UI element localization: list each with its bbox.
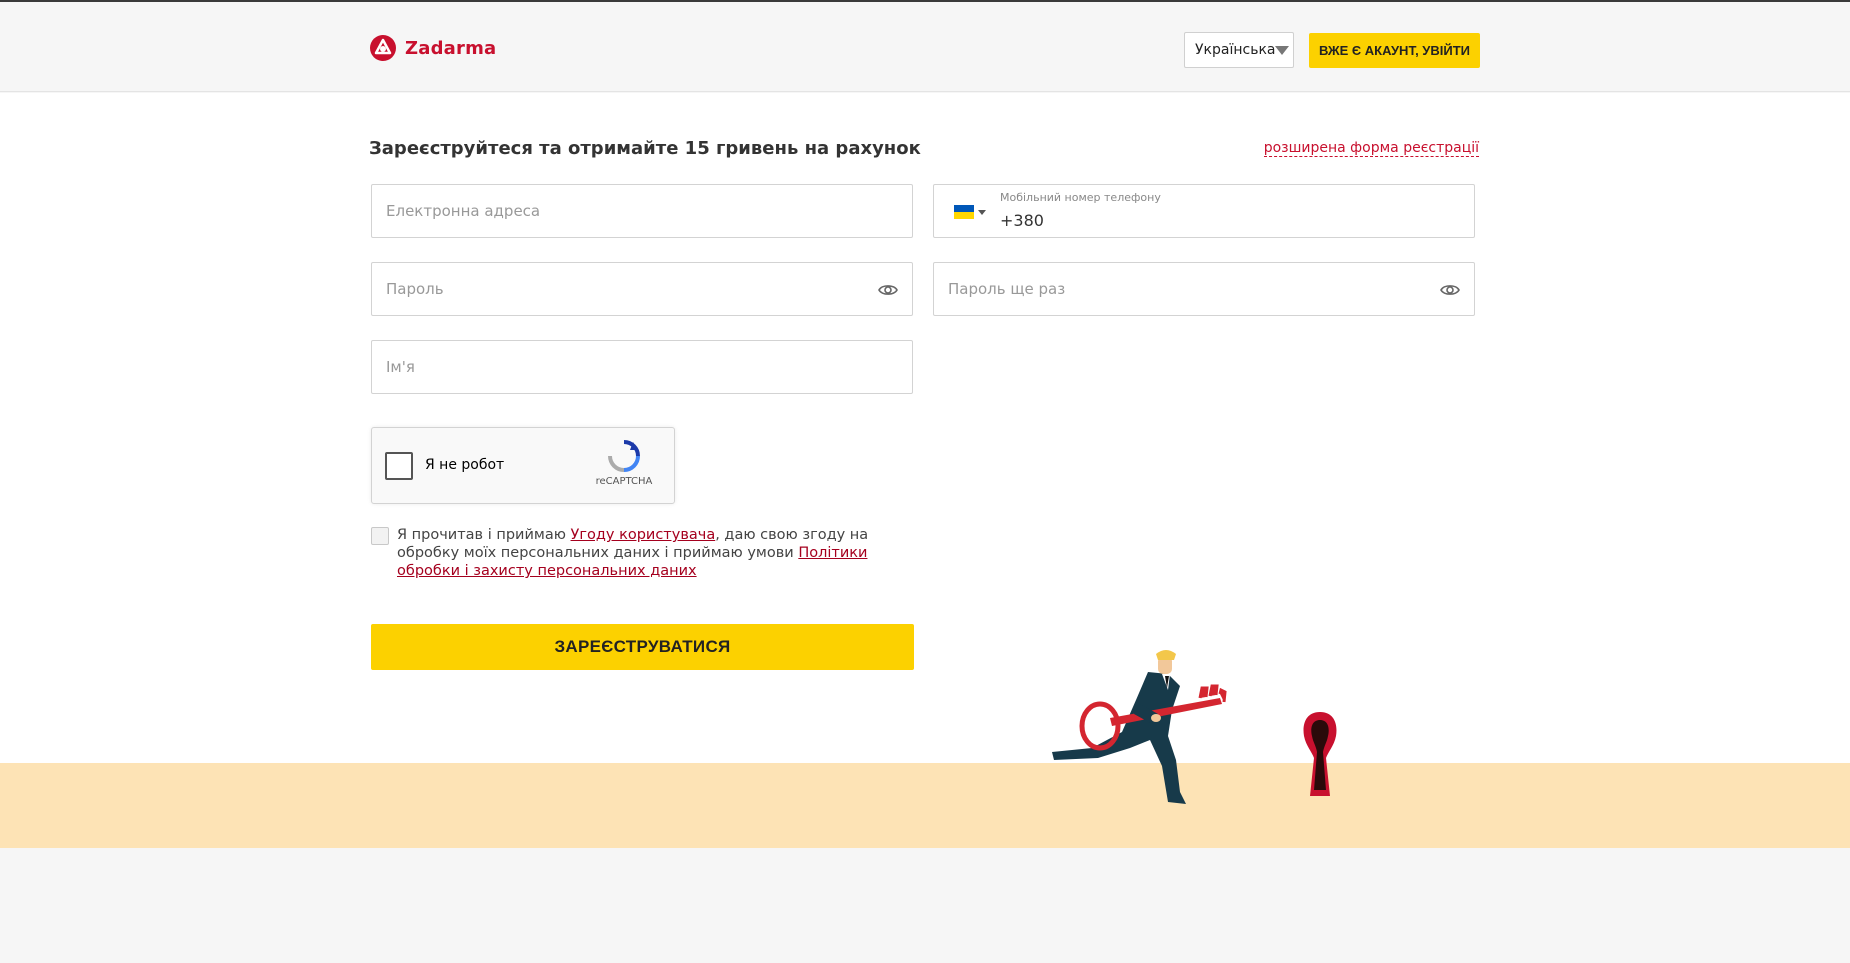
name-field[interactable] [372, 341, 912, 393]
language-value: Українська [1195, 42, 1276, 58]
recaptcha-checkbox[interactable] [385, 452, 413, 480]
page-title: Зареєструйтеся та отримайте 15 гривень н… [369, 138, 921, 159]
registration-section: Зареєструйтеся та отримайте 15 гривень н… [0, 93, 1850, 763]
recaptcha-brand: reCAPTCHA [595, 476, 653, 487]
phone-field[interactable]: +380 [1000, 211, 1044, 230]
user-agreement-link[interactable]: Угоду користувача [571, 527, 716, 543]
login-button[interactable]: ВЖЕ Є АКАУНТ, УВІЙТИ [1309, 33, 1480, 68]
country-select[interactable] [954, 205, 986, 219]
brand-name: Zadarma [405, 37, 497, 59]
terms-text-part: Я прочитав і приймаю [397, 527, 571, 543]
phone-label: Мобільний номер телефону [1000, 191, 1161, 204]
chevron-down-icon [1275, 45, 1290, 55]
recaptcha-label: Я не робот [425, 457, 505, 473]
ground-band [0, 763, 1850, 848]
email-field[interactable] [372, 185, 912, 237]
phone-field-wrapper: Мобільний номер телефону +380 [933, 184, 1475, 238]
caret-down-icon [978, 209, 986, 215]
password-field[interactable] [372, 263, 912, 315]
password-repeat-field[interactable] [934, 263, 1474, 315]
password-field-wrapper [371, 262, 913, 316]
language-select[interactable]: Українська [1184, 32, 1294, 68]
terms-checkbox[interactable] [371, 527, 389, 545]
logo[interactable]: Zadarma [369, 34, 496, 62]
eye-icon[interactable] [1440, 281, 1460, 299]
recaptcha-icon [608, 440, 640, 472]
keyhole-icon [1303, 712, 1337, 796]
terms-text: Я прочитав і приймаю Угоду користувача, … [397, 526, 911, 580]
email-field-wrapper [371, 184, 913, 238]
recaptcha-widget: Я не робот reCAPTCHA [371, 427, 675, 504]
register-button[interactable]: ЗАРЕЄСТРУВАТИСЯ [371, 624, 914, 670]
name-field-wrapper [371, 340, 913, 394]
eye-icon[interactable] [878, 281, 898, 299]
zadarma-logo-icon [370, 35, 396, 61]
advanced-registration-link[interactable]: розширена форма реєстрації [1263, 140, 1479, 157]
ukraine-flag-icon [954, 205, 974, 219]
header: Zadarma Українська ВЖЕ Є АКАУНТ, УВІЙТИ [0, 2, 1850, 92]
password-repeat-field-wrapper [933, 262, 1475, 316]
